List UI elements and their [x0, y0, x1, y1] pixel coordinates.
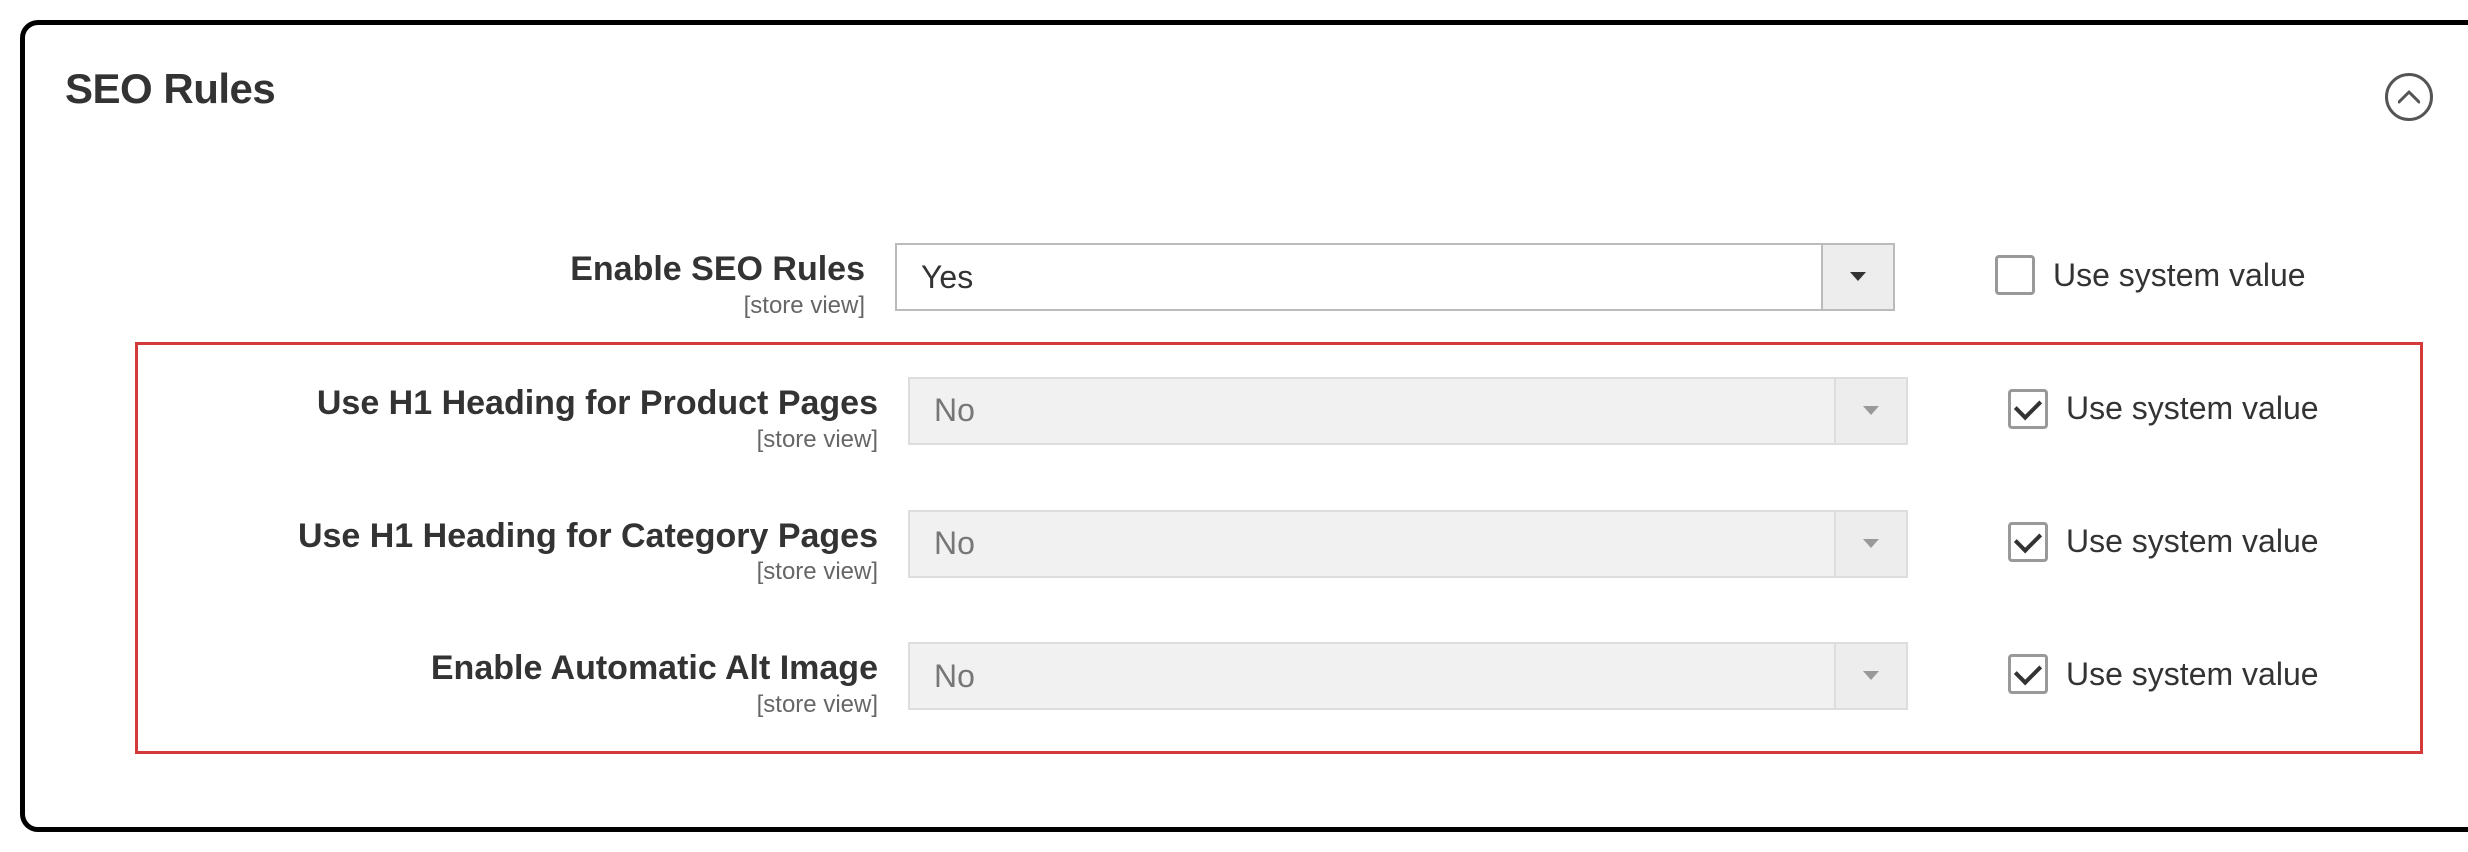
use-system-col: Use system value: [1895, 243, 2306, 295]
h1-category-select: No: [908, 510, 1836, 578]
highlighted-fields: Use H1 Heading for Product Pages [store …: [135, 342, 2423, 754]
select-handle: [1836, 642, 1908, 710]
seo-rules-section: SEO Rules Enable SEO Rules [store view] …: [20, 20, 2468, 832]
use-system-col: Use system value: [1908, 642, 2319, 694]
use-system-label: Use system value: [2053, 257, 2306, 294]
field-h1-category: Use H1 Heading for Category Pages [store…: [148, 482, 2410, 615]
field-label-col: Enable SEO Rules [store view]: [65, 243, 895, 320]
field-scope: [store view]: [148, 691, 878, 719]
use-system-label: Use system value: [2066, 656, 2319, 693]
field-label-col: Use H1 Heading for Category Pages [store…: [148, 510, 908, 587]
field-enable-seo-rules: Enable SEO Rules [store view] Yes Use sy…: [65, 221, 2433, 342]
field-scope: [store view]: [148, 426, 878, 454]
field-label-col: Enable Automatic Alt Image [store view]: [148, 642, 908, 719]
field-control: No: [908, 510, 1908, 578]
use-system-label: Use system value: [2066, 523, 2319, 560]
caret-down-icon: [1849, 271, 1867, 283]
use-system-checkbox-h1-category[interactable]: [2008, 522, 2048, 562]
field-control: No: [908, 377, 1908, 445]
enable-seo-rules-select[interactable]: Yes: [895, 243, 1823, 311]
field-label: Use H1 Heading for Category Pages: [148, 516, 878, 557]
collapse-button[interactable]: [2385, 73, 2433, 121]
field-label: Use H1 Heading for Product Pages: [148, 383, 878, 424]
field-control: Yes: [895, 243, 1895, 311]
field-label: Enable Automatic Alt Image: [148, 648, 878, 689]
select-handle: [1836, 377, 1908, 445]
use-system-label: Use system value: [2066, 390, 2319, 427]
use-system-checkbox-enable-seo-rules[interactable]: [1995, 255, 2035, 295]
select-handle[interactable]: [1823, 243, 1895, 311]
field-scope: [store view]: [65, 292, 865, 320]
use-system-checkbox-h1-product[interactable]: [2008, 389, 2048, 429]
use-system-col: Use system value: [1908, 377, 2319, 429]
select-handle: [1836, 510, 1908, 578]
h1-product-select: No: [908, 377, 1836, 445]
field-label: Enable SEO Rules: [65, 249, 865, 290]
field-label-col: Use H1 Heading for Product Pages [store …: [148, 377, 908, 454]
section-header: SEO Rules: [65, 65, 2433, 121]
caret-down-icon: [1862, 405, 1880, 417]
field-scope: [store view]: [148, 558, 878, 586]
field-control: No: [908, 642, 1908, 710]
caret-down-icon: [1862, 670, 1880, 682]
caret-down-icon: [1862, 538, 1880, 550]
use-system-checkbox-auto-alt-image[interactable]: [2008, 654, 2048, 694]
auto-alt-image-select: No: [908, 642, 1836, 710]
chevron-up-icon: [2398, 90, 2420, 104]
field-h1-product: Use H1 Heading for Product Pages [store …: [148, 349, 2410, 482]
fields-container: Enable SEO Rules [store view] Yes Use sy…: [65, 221, 2433, 754]
section-title: SEO Rules: [65, 65, 275, 113]
use-system-col: Use system value: [1908, 510, 2319, 562]
field-auto-alt-image: Enable Automatic Alt Image [store view] …: [148, 614, 2410, 747]
